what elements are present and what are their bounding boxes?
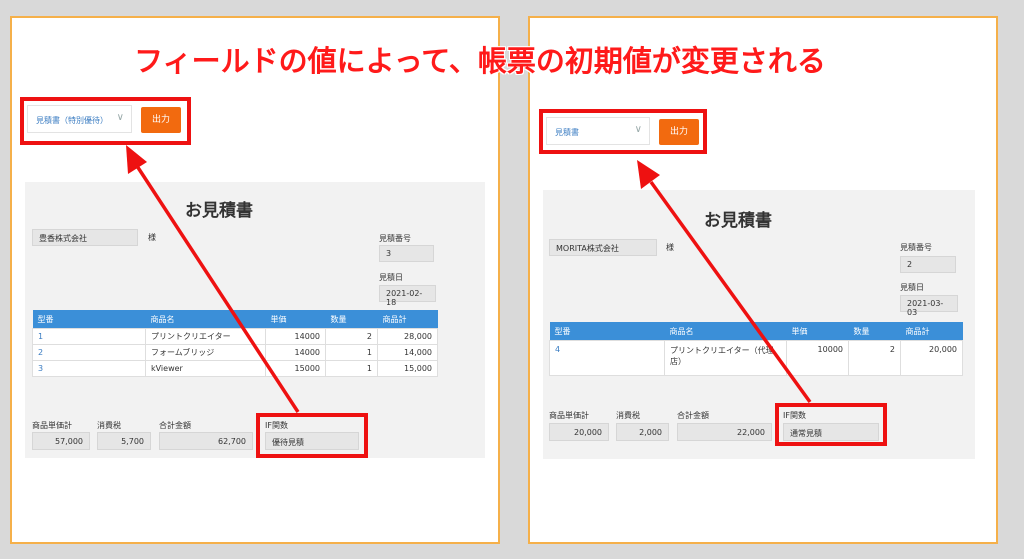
table-row: 4 プリントクリエイター（代理店） 10000 2 20,000 [549,340,963,376]
customer-field[interactable]: MORITA株式会社 [549,239,657,256]
customer-field[interactable]: 豊香株式会社 [32,229,138,246]
tax-label: 消費税 [97,421,121,430]
tax-field[interactable]: 5,700 [97,432,151,450]
line-total: 28,000 [377,328,438,345]
column-header: 商品計 [377,310,438,329]
highlight-box [539,109,707,154]
column-header: 商品計 [900,322,963,341]
column-header: 商品名 [664,322,787,341]
items-table: 型番 商品名 単価 数量 商品計 4 プリントクリエイター（代理店） 10000… [549,322,963,376]
model-link[interactable]: 3 [32,360,146,377]
column-header: 単価 [786,322,849,341]
line-total: 20,000 [900,340,963,376]
tax-label: 消費税 [616,411,640,420]
table-row: 2 フォームブリッジ 14000 1 14,000 [32,344,438,361]
estimate-no-field[interactable]: 3 [379,245,434,262]
sama-label: 様 [148,233,156,242]
product-name[interactable]: プリントクリエイター（代理店） [664,340,787,376]
table-header-row: 型番 商品名 単価 数量 商品計 [549,322,963,341]
model-link[interactable]: 1 [32,328,146,345]
column-header: 型番 [32,310,146,329]
sama-label: 様 [666,243,674,252]
unit-price[interactable]: 14000 [265,328,326,345]
subtotal-field[interactable]: 57,000 [32,432,90,450]
column-header: 商品名 [145,310,266,329]
tax-field[interactable]: 2,000 [616,423,669,441]
table-row: 1 プリントクリエイター 14000 2 28,000 [32,328,438,345]
quantity[interactable]: 2 [848,340,901,376]
unit-price[interactable]: 14000 [265,344,326,361]
total-label: 合計金額 [677,411,709,420]
unit-price[interactable]: 10000 [786,340,849,376]
form-title: お見積書 [185,201,253,221]
model-link[interactable]: 4 [549,340,665,376]
total-field[interactable]: 62,700 [159,432,253,450]
product-name[interactable]: プリントクリエイター [145,328,266,345]
form-title: お見積書 [704,211,772,231]
subtotal-label: 商品単価計 [549,411,589,420]
total-label: 合計金額 [159,421,191,430]
quantity[interactable]: 2 [325,328,378,345]
total-field[interactable]: 22,000 [677,423,772,441]
items-table: 型番 商品名 単価 数量 商品計 1 プリントクリエイター 14000 2 28… [32,310,438,377]
estimate-date-field[interactable]: 2021-02-18 [379,285,436,307]
estimate-no-label: 見積番号 [379,234,411,243]
column-header: 数量 [325,310,378,329]
estimate-date-label: 見積日 [379,273,403,282]
highlight-box [256,413,368,458]
subtotal-label: 商品単価計 [32,421,72,430]
line-total: 14,000 [377,344,438,361]
unit-price[interactable]: 15000 [265,360,326,377]
quantity[interactable]: 1 [325,360,378,377]
quantity[interactable]: 1 [325,344,378,361]
table-row: 3 kViewer 15000 1 15,000 [32,360,438,377]
column-header: 単価 [265,310,326,329]
estimate-no-field[interactable]: 2 [900,256,956,273]
highlight-box [775,403,887,446]
table-header-row: 型番 商品名 単価 数量 商品計 [32,310,438,329]
product-name[interactable]: kViewer [145,360,266,377]
estimate-date-label: 見積日 [900,283,924,292]
headline-caption: フィールドの値によって、帳票の初期値が変更される [134,44,826,78]
model-link[interactable]: 2 [32,344,146,361]
estimate-date-field[interactable]: 2021-03-03 [900,295,958,317]
column-header: 数量 [848,322,901,341]
highlight-box [20,97,191,145]
line-total: 15,000 [377,360,438,377]
estimate-no-label: 見積番号 [900,243,932,252]
subtotal-field[interactable]: 20,000 [549,423,609,441]
column-header: 型番 [549,322,665,341]
product-name[interactable]: フォームブリッジ [145,344,266,361]
